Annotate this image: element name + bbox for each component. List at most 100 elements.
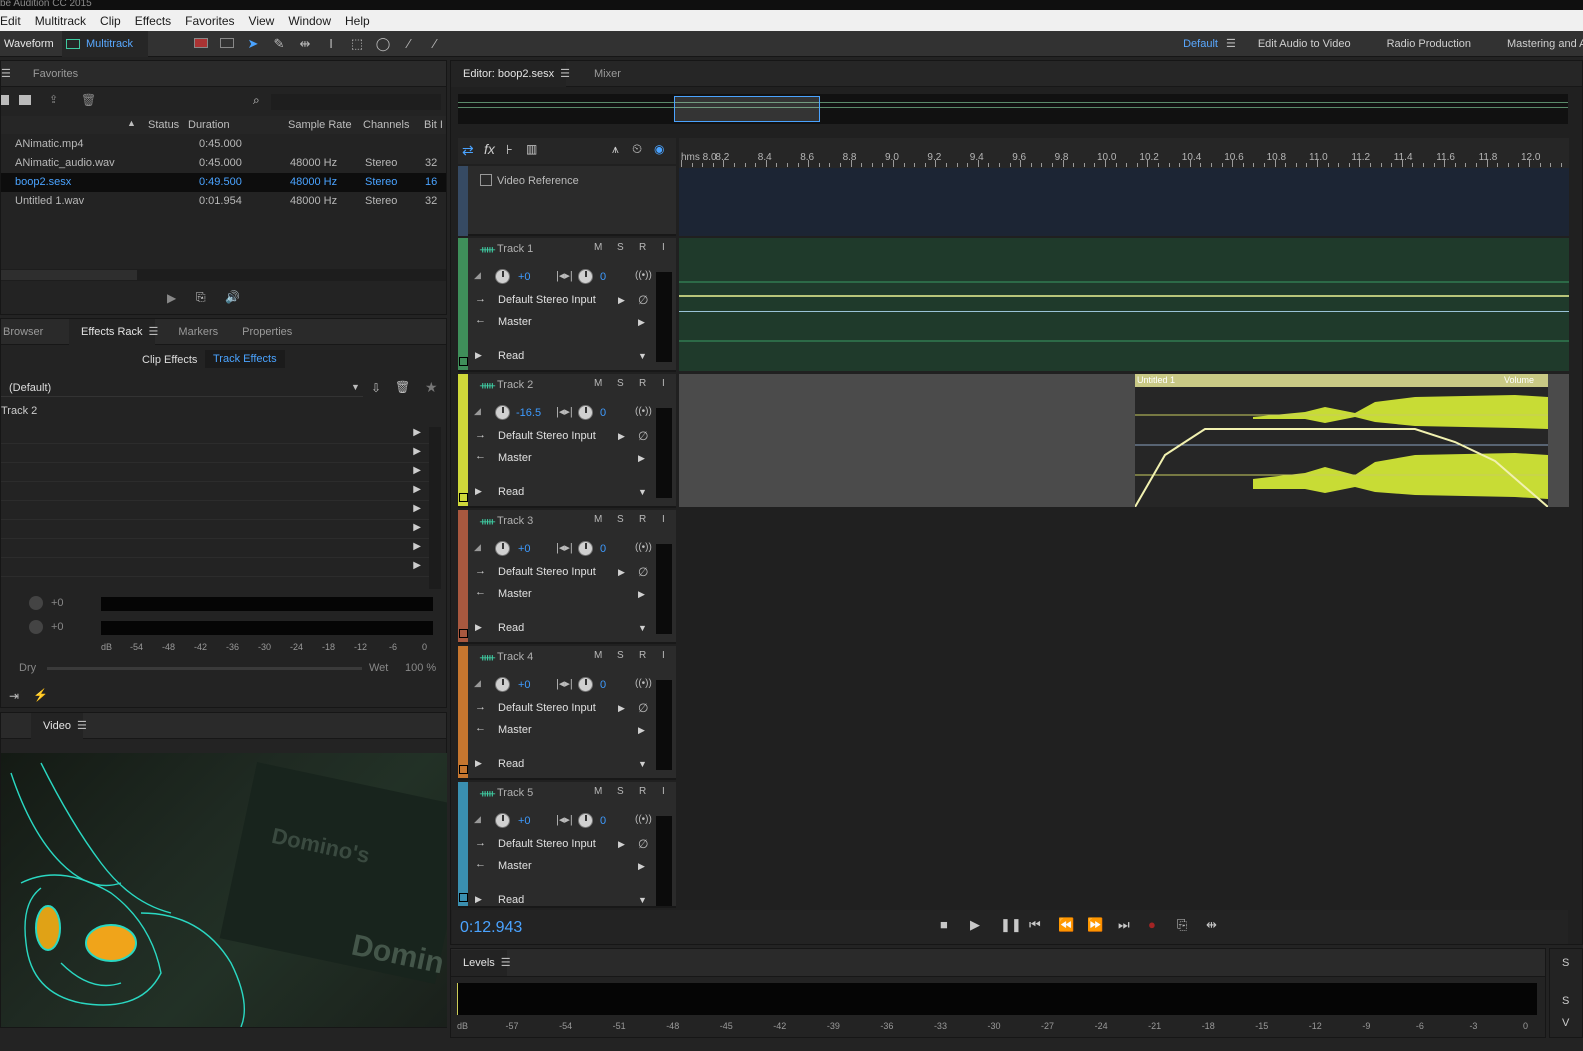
record-arm-button[interactable]: R (639, 514, 646, 525)
slot-arrow-icon[interactable]: ▶ (413, 484, 421, 495)
record-arm-button[interactable]: R (639, 786, 646, 797)
track-select-box[interactable] (459, 493, 468, 502)
panel-menu-icon[interactable]: ☰ (1, 67, 11, 80)
record-icon[interactable]: ● (1148, 917, 1156, 932)
brush-icon[interactable]: ⁄ (396, 36, 422, 51)
audio-clip[interactable]: Untitled 1 Volume (1135, 374, 1548, 507)
input-chevron-icon[interactable]: ▶ (618, 295, 625, 306)
play-icon[interactable]: ▶ (970, 917, 980, 933)
workspace-menu-icon[interactable]: ☰ (1226, 37, 1236, 50)
tab-editor[interactable]: Editor: boop2.sesx (451, 60, 567, 87)
automation-mode[interactable]: Read (498, 894, 524, 906)
volume-knob[interactable] (495, 269, 510, 284)
metronome-icon[interactable]: ⏲ (632, 141, 642, 157)
workspace-mastering[interactable]: Mastering and Analysis (1489, 38, 1583, 50)
output-select[interactable]: Master (498, 452, 532, 464)
automation-chevron-icon[interactable]: ▼ (638, 895, 647, 905)
phase-icon[interactable]: ∅ (638, 429, 648, 443)
output-select[interactable]: Master (498, 316, 532, 328)
solo-button[interactable]: S (617, 378, 624, 389)
stop-icon[interactable]: ■ (940, 917, 948, 932)
automation-mode[interactable]: Read (498, 350, 524, 362)
slot-arrow-icon[interactable]: ▶ (413, 446, 421, 457)
preset-dropdown[interactable]: (Default) ▼ (1, 379, 363, 397)
phase-icon[interactable]: ∅ (638, 293, 648, 307)
expand-icon[interactable]: ▶ (475, 350, 482, 361)
spectral-display-icon[interactable] (188, 36, 214, 51)
output-chevron-icon[interactable]: ▶ (638, 453, 645, 464)
broadcast-icon[interactable]: ((•)) (635, 542, 652, 553)
search-input[interactable] (271, 94, 441, 110)
broadcast-icon[interactable]: ((•)) (635, 270, 652, 281)
track-name[interactable]: Track 5 (497, 787, 533, 799)
input-select[interactable]: Default Stereo Input (498, 566, 596, 578)
input-select[interactable]: Default Stereo Input (498, 294, 596, 306)
solo-button[interactable]: S (617, 514, 624, 525)
video-menu-icon[interactable]: ☰ (77, 719, 87, 732)
col-bits[interactable]: Bit I (424, 119, 443, 131)
current-time[interactable]: 0:12.943 (460, 919, 522, 937)
pitch-display-icon[interactable] (214, 36, 240, 51)
expand-icon[interactable]: ▶ (475, 486, 482, 497)
menu-edit[interactable]: Edit (0, 14, 28, 28)
volume-value[interactable]: +0 (518, 271, 531, 283)
sort-icon[interactable]: ▲ (127, 118, 136, 128)
pause-icon[interactable]: ❚❚ (1000, 917, 1022, 933)
automation-chevron-icon[interactable]: ▼ (638, 623, 647, 633)
new-file-icon[interactable] (19, 95, 31, 105)
tab-mixer[interactable]: Mixer (582, 61, 633, 87)
output-chevron-icon[interactable]: ▶ (638, 861, 645, 872)
sync-icon[interactable]: ⇄ (462, 142, 474, 159)
track-header[interactable]: ᚔ Track 4 M S R I ◢ +0 |◂▸| 0 ((•)) → Default Stereo… (458, 646, 676, 780)
input-select[interactable]: Default Stereo Input (498, 838, 596, 850)
import-icon[interactable]: ⇪ (49, 93, 58, 106)
col-status[interactable]: Status (148, 119, 179, 131)
file-row[interactable]: ANimatic.mp4 0:45.000 (1, 135, 446, 154)
file-row-selected[interactable]: boop2.sesx 0:49.500 48000 Hz Stereo 16 (1, 173, 446, 192)
tab-history[interactable] (1, 713, 31, 739)
delete-file-icon[interactable]: 🗑 (81, 93, 96, 107)
input-monitor-button[interactable]: I (662, 514, 665, 525)
tab-levels[interactable]: Levels (451, 949, 507, 976)
loop-preview-icon[interactable]: ⎘ (196, 290, 206, 305)
volume-value[interactable]: +0 (518, 543, 531, 555)
tab-markers[interactable]: Markers (166, 319, 230, 345)
pan-knob[interactable] (578, 541, 593, 556)
input-knob[interactable] (29, 596, 43, 610)
track-select-box[interactable] (459, 629, 468, 638)
mute-button[interactable]: M (594, 650, 602, 661)
pan-value[interactable]: 0 (600, 271, 606, 283)
pan-knob[interactable] (578, 813, 593, 828)
file-row[interactable]: ANimatic_audio.wav 0:45.000 48000 Hz Ste… (1, 154, 446, 173)
sends-icon[interactable]: ⊦ (506, 142, 513, 158)
track-select-box[interactable] (459, 357, 468, 366)
search-icon[interactable]: ⌕ (253, 93, 260, 108)
solo-button[interactable]: S (617, 242, 624, 253)
volume-value[interactable]: -16.5 (516, 407, 541, 419)
automation-chevron-icon[interactable]: ▼ (638, 487, 647, 497)
automation-chevron-icon[interactable]: ▼ (638, 759, 647, 769)
pan-value[interactable]: 0 (600, 407, 606, 419)
time-selection-icon[interactable]: I (318, 36, 344, 51)
play-preview-icon[interactable]: ▶ (167, 291, 176, 305)
headphones-icon[interactable]: ◉ (654, 142, 664, 156)
effect-slot[interactable]: ▶ (1, 539, 429, 558)
effects-menu-icon[interactable]: ☰ (149, 325, 159, 338)
workspace-edit-audio-to-video[interactable]: Edit Audio to Video (1240, 38, 1369, 50)
automation-mode[interactable]: Read (498, 758, 524, 770)
volume-knob[interactable] (495, 541, 510, 556)
track-select-box[interactable] (459, 765, 468, 774)
favorite-star-icon[interactable]: ★ (425, 379, 438, 396)
skip-icon[interactable]: ⇹ (1206, 917, 1217, 933)
input-monitor-button[interactable]: I (662, 786, 665, 797)
multitrack-mode-button[interactable]: Multitrack (62, 30, 148, 57)
effect-slot[interactable]: ▶ (1, 520, 429, 539)
input-monitor-button[interactable]: I (662, 378, 665, 389)
rack-scrollbar[interactable] (429, 427, 441, 589)
volume-knob[interactable] (495, 677, 510, 692)
mix-slider[interactable] (47, 667, 362, 670)
slot-arrow-icon[interactable]: ▶ (413, 465, 421, 476)
track-header[interactable]: ᚔ Track 2 M S R I ◢ -16.5 |◂▸| 0 ((•)) → Default Ste… (458, 374, 676, 508)
fast-forward-icon[interactable]: ⏩ (1087, 917, 1103, 933)
session-overview[interactable] (458, 94, 1568, 124)
